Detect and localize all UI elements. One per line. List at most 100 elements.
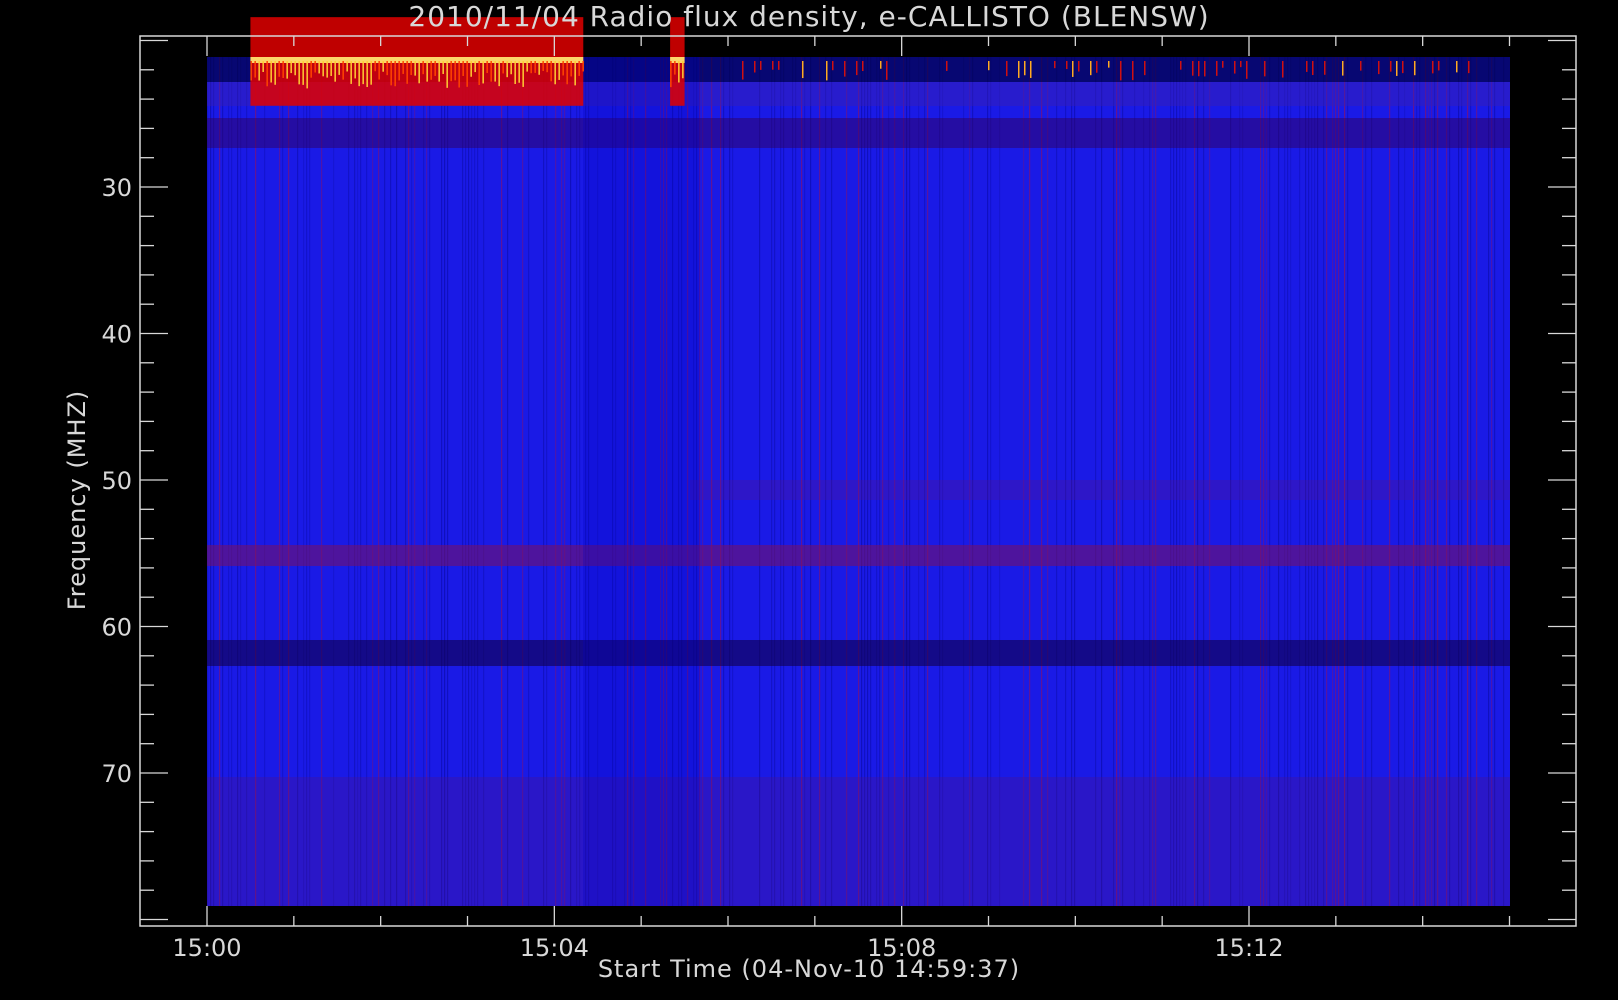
noise-spike: [1414, 61, 1416, 76]
burst-spike: [406, 61, 408, 84]
burst-spike: [270, 61, 272, 83]
burst-spike: [518, 61, 520, 83]
y-tick-label: 30: [101, 174, 132, 202]
noise-spike: [1312, 61, 1314, 75]
burst-spike: [506, 61, 508, 78]
burst-spike: [378, 61, 380, 80]
burst-spike: [562, 61, 564, 76]
noise-spike: [1264, 61, 1266, 77]
burst-spike: [330, 61, 332, 76]
noise-spike: [988, 61, 990, 71]
burst-spike: [522, 61, 524, 87]
x-axis-label: Start Time (04-Nov-10 14:59:37): [597, 955, 1021, 983]
noise-spike: [1204, 61, 1206, 77]
heatmap-band: [207, 777, 1510, 906]
burst-spike: [318, 61, 320, 74]
burst-spike: [266, 61, 268, 87]
noise-spike: [1024, 61, 1026, 76]
burst-spike: [338, 61, 340, 75]
burst-spike: [410, 61, 412, 76]
burst-spike: [382, 61, 384, 72]
burst-spike: [250, 61, 252, 81]
noise-spike: [1018, 61, 1020, 78]
noise-spike: [1090, 61, 1092, 76]
burst-spike: [306, 61, 308, 89]
burst-spike: [414, 61, 416, 76]
noise-spike: [1282, 61, 1284, 78]
burst-spike: [582, 61, 584, 72]
burst-spike: [302, 61, 304, 85]
burst-spike: [510, 61, 512, 75]
burst-spike: [550, 61, 552, 82]
burst-spike: [286, 61, 288, 79]
chart-title: 2010/11/04 Radio flux density, e-CALLIST…: [408, 0, 1210, 33]
noise-spike: [1192, 61, 1194, 76]
noise-spike: [1390, 61, 1392, 72]
burst-spike: [294, 61, 296, 76]
noise-spike: [1360, 61, 1362, 71]
y-tick-label: 40: [101, 321, 132, 349]
noise-spike: [856, 61, 858, 76]
burst-spike: [430, 61, 432, 80]
noise-spike: [1198, 61, 1200, 77]
heatmap-band: [207, 640, 1510, 666]
spectrogram-chart: 15:00 15:04 15:08 15:123040506070: [0, 0, 1618, 1000]
burst-yellow: [250, 57, 584, 63]
noise-spike: [1222, 61, 1224, 68]
burst-spike: [434, 61, 436, 76]
noise-spike: [772, 61, 774, 70]
noise-spike: [1342, 61, 1344, 76]
noise-spike: [1306, 61, 1308, 72]
burst-spike: [482, 61, 484, 84]
burst-spike: [486, 61, 488, 73]
noise-spike: [1066, 61, 1068, 70]
y-tick-label: 50: [101, 467, 132, 495]
burst-spike: [342, 61, 344, 80]
noise-spike: [1396, 61, 1398, 76]
burst-spike: [470, 61, 472, 77]
noise-spike: [1324, 61, 1326, 75]
burst-spike: [398, 61, 400, 81]
burst-spike: [310, 61, 312, 78]
burst-spike: [298, 61, 300, 85]
heatmap-band: [207, 118, 1510, 148]
burst-spike: [574, 61, 576, 86]
burst-spike: [534, 61, 536, 73]
noise-spike: [1402, 61, 1404, 74]
noise-spike: [1072, 61, 1074, 77]
burst-spike: [674, 61, 676, 75]
burst-spike: [446, 61, 448, 88]
burst-spike: [346, 61, 348, 72]
burst-spike: [362, 61, 364, 85]
burst-spike: [458, 61, 460, 88]
burst-spike: [334, 61, 336, 82]
burst-spike: [358, 61, 360, 87]
burst-spike: [466, 61, 468, 87]
noise-spike: [1180, 61, 1182, 70]
noise-spike: [754, 61, 756, 73]
noise-spike: [826, 61, 828, 81]
noise-spike: [1108, 61, 1110, 68]
burst-spike: [682, 61, 684, 79]
burst-spike: [462, 61, 464, 76]
noise-spike: [1054, 61, 1056, 69]
burst-spike: [426, 61, 428, 82]
burst-spike: [542, 61, 544, 72]
noise-spike: [1456, 61, 1458, 73]
y-axis-label: Frequency (MHZ): [63, 389, 91, 611]
burst-spike: [402, 61, 404, 74]
burst-spike: [502, 61, 504, 74]
burst-spike: [490, 61, 492, 82]
noise-spike: [1240, 61, 1242, 68]
noise-spike: [760, 61, 762, 70]
noise-spike: [1120, 61, 1122, 81]
burst-spike: [538, 61, 540, 75]
noise-spike: [1378, 61, 1380, 75]
noise-spike: [1006, 61, 1008, 77]
noise-spike: [742, 61, 744, 80]
noise-spike: [844, 61, 846, 77]
noise-spike: [832, 61, 834, 71]
noise-spike: [1246, 61, 1248, 79]
burst-spike: [282, 61, 284, 78]
noise-spike: [778, 61, 780, 70]
